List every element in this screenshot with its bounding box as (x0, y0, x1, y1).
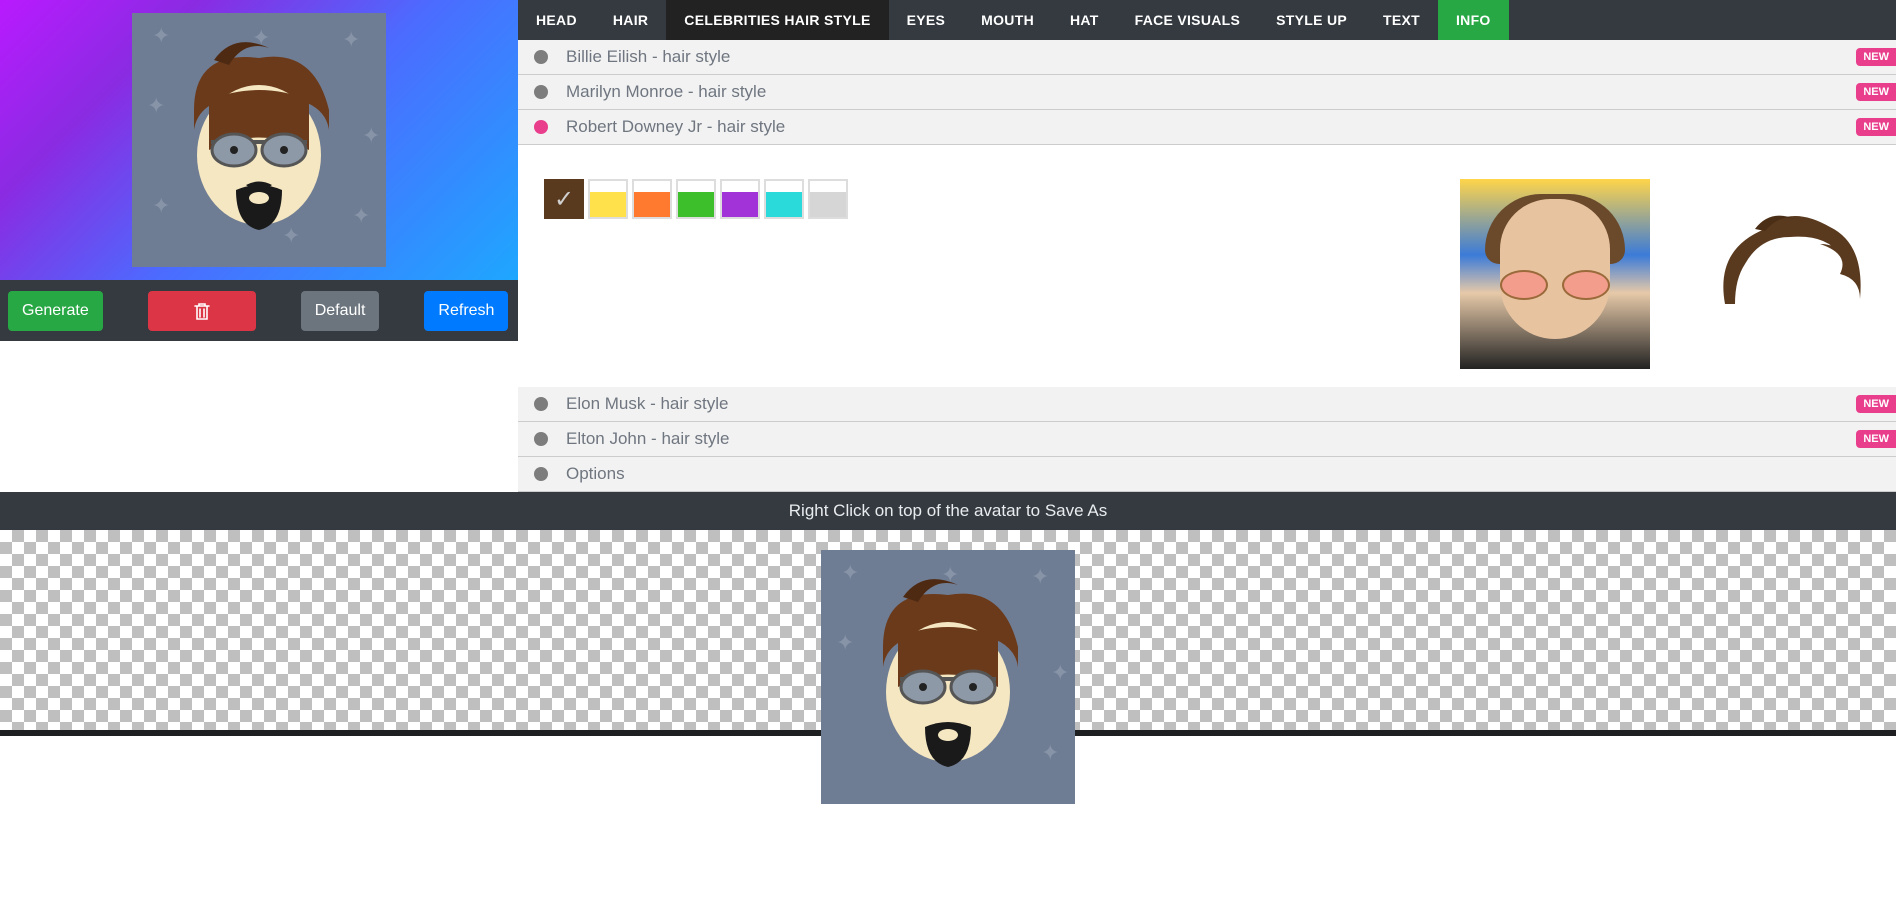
refresh-button[interactable]: Refresh (424, 291, 508, 331)
acc-item-marilyn-monroe[interactable]: Marilyn Monroe - hair style NEW (518, 75, 1896, 110)
delete-button[interactable] (148, 291, 256, 331)
avatar-face (863, 577, 1033, 777)
new-badge: NEW (1856, 395, 1896, 413)
avatar-preview[interactable]: ✦✦✦ ✦✦✦ ✦✦ (132, 13, 386, 267)
hair-color-swatches (544, 179, 848, 219)
new-badge: NEW (1856, 118, 1896, 136)
swatch-green[interactable] (676, 179, 716, 219)
acc-label: Options (566, 464, 625, 484)
tab-info[interactable]: INFO (1438, 0, 1509, 40)
bullet-icon (534, 432, 548, 446)
swatch-orange[interactable] (632, 179, 672, 219)
avatar-face (174, 40, 344, 240)
acc-label: Robert Downey Jr - hair style (566, 117, 785, 137)
tab-hair[interactable]: HAIR (595, 0, 666, 40)
acc-label: Billie Eilish - hair style (566, 47, 730, 67)
tab-face-visuals[interactable]: FACE VISUALS (1117, 0, 1259, 40)
acc-content-rdj (518, 145, 1896, 387)
celebrity-accordion: Billie Eilish - hair style NEW Marilyn M… (518, 40, 1896, 492)
tab-bar: HEAD HAIR CELEBRITIES HAIR STYLE EYES MO… (518, 0, 1896, 40)
save-hint: Right Click on top of the avatar to Save… (0, 492, 1896, 530)
tab-style-up[interactable]: STYLE UP (1258, 0, 1365, 40)
tab-text[interactable]: TEXT (1365, 0, 1438, 40)
tab-hat[interactable]: HAT (1052, 0, 1117, 40)
generate-button[interactable]: Generate (8, 291, 103, 331)
left-panel: ✦✦✦ ✦✦✦ ✦✦ (0, 0, 518, 492)
swatch-purple[interactable] (720, 179, 760, 219)
right-panel: HEAD HAIR CELEBRITIES HAIR STYLE EYES MO… (518, 0, 1896, 492)
swatch-yellow[interactable] (588, 179, 628, 219)
acc-item-robert-downey-jr[interactable]: Robert Downey Jr - hair style NEW (518, 110, 1896, 145)
trash-icon (193, 301, 211, 321)
bullet-icon (534, 397, 548, 411)
new-badge: NEW (1856, 83, 1896, 101)
acc-item-elon-musk[interactable]: Elon Musk - hair style NEW (518, 387, 1896, 422)
tab-head[interactable]: HEAD (518, 0, 595, 40)
bullet-icon (534, 50, 548, 64)
export-canvas: ✦✦✦ ✦✦✦ (0, 530, 1896, 730)
acc-item-elton-john[interactable]: Elton John - hair style NEW (518, 422, 1896, 457)
default-button[interactable]: Default (301, 291, 380, 331)
bullet-icon (534, 120, 548, 134)
swatch-cyan[interactable] (764, 179, 804, 219)
acc-label: Elon Musk - hair style (566, 394, 729, 414)
celebrity-reference-photo (1460, 179, 1650, 369)
action-bar: Generate Default Refresh (0, 280, 518, 341)
swatch-brown[interactable] (544, 179, 584, 219)
bullet-icon (534, 85, 548, 99)
bullet-icon (534, 467, 548, 481)
swatch-gray[interactable] (808, 179, 848, 219)
tab-celebrities-hair-style[interactable]: CELEBRITIES HAIR STYLE (666, 0, 888, 40)
acc-label: Elton John - hair style (566, 429, 729, 449)
acc-label: Marilyn Monroe - hair style (566, 82, 766, 102)
new-badge: NEW (1856, 430, 1896, 448)
hair-style-preview (1710, 209, 1870, 329)
acc-item-billie-eilish[interactable]: Billie Eilish - hair style NEW (518, 40, 1896, 75)
new-badge: NEW (1856, 48, 1896, 66)
tab-eyes[interactable]: EYES (889, 0, 964, 40)
acc-item-options[interactable]: Options (518, 457, 1896, 492)
tab-mouth[interactable]: MOUTH (963, 0, 1052, 40)
export-avatar[interactable]: ✦✦✦ ✦✦✦ (821, 550, 1075, 804)
avatar-preview-stage: ✦✦✦ ✦✦✦ ✦✦ (0, 0, 518, 280)
